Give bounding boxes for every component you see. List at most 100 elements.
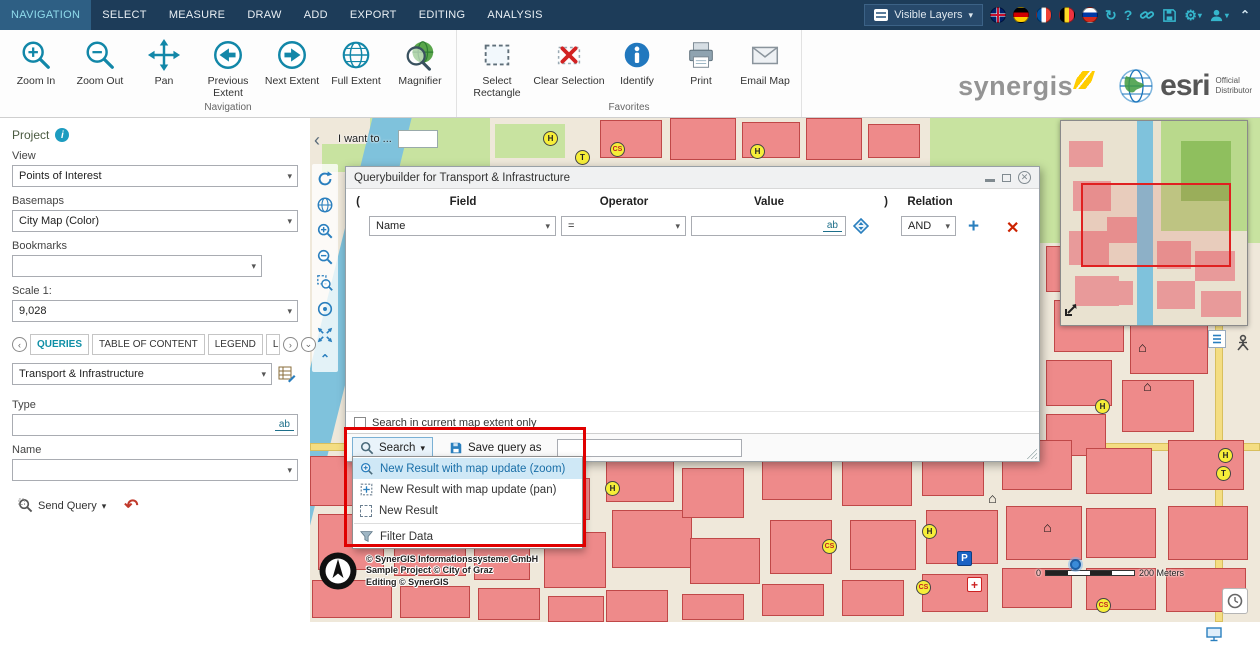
- value-input[interactable]: [692, 217, 823, 235]
- center-target-icon[interactable]: [316, 300, 334, 318]
- text-search-icon[interactable]: ab: [823, 221, 842, 232]
- overview-pin-icon[interactable]: [1235, 334, 1251, 357]
- screen-display-button[interactable]: [1206, 627, 1222, 647]
- add-condition-button[interactable]: +: [968, 216, 979, 238]
- select-rectangle-button[interactable]: Select Rectangle: [461, 30, 533, 100]
- type-label: Type: [12, 399, 298, 411]
- map-viewport[interactable]: HHHHHHTTCSCSCSCSP+⌂⌂⌂⌂⌂ ‹ ⌃ I want to ..…: [310, 118, 1260, 622]
- bottom-strip: [310, 622, 1260, 647]
- refresh-map-icon[interactable]: [316, 170, 334, 188]
- zoom-box-tool-icon[interactable]: [316, 274, 334, 292]
- project-info-icon[interactable]: i: [55, 128, 69, 142]
- extent-checkbox[interactable]: [354, 417, 366, 429]
- tab-table-of-content[interactable]: TABLE OF CONTENT: [92, 334, 205, 355]
- overview-layers-button[interactable]: [1208, 330, 1226, 348]
- relation-select[interactable]: AND: [901, 216, 956, 236]
- email-map-button[interactable]: Email Map: [733, 30, 797, 100]
- tab-scroll-prev-button[interactable]: ‹: [12, 337, 27, 352]
- query-name-input[interactable]: [557, 439, 742, 457]
- tool-strip-collapse-icon[interactable]: ⌃: [320, 352, 330, 366]
- operator-select[interactable]: =: [561, 216, 686, 236]
- menu-tab-select[interactable]: SELECT: [91, 0, 158, 30]
- language-english-flag[interactable]: [990, 7, 1006, 23]
- magnifier-button[interactable]: Magnifier: [388, 30, 452, 100]
- help-icon[interactable]: ?: [1124, 7, 1133, 23]
- menu-item-new-result-pan[interactable]: New Result with map update (pan): [353, 479, 582, 500]
- overview-map[interactable]: [1060, 120, 1248, 326]
- menu-item-new-result[interactable]: New Result: [353, 500, 582, 521]
- pan-button[interactable]: Pan: [132, 30, 196, 100]
- settings-gear-icon[interactable]: ⚙▾: [1184, 7, 1202, 24]
- user-icon[interactable]: ▾: [1209, 8, 1229, 23]
- type-input[interactable]: [13, 415, 275, 435]
- view-select[interactable]: Points of Interest: [12, 165, 298, 187]
- globe-tool-icon[interactable]: [316, 196, 334, 214]
- pan-icon: [147, 35, 181, 75]
- remove-condition-button[interactable]: ✕: [1006, 218, 1019, 238]
- field-select[interactable]: Name: [369, 216, 556, 236]
- text-search-icon[interactable]: ab: [275, 420, 294, 431]
- basemaps-select[interactable]: City Map (Color): [12, 210, 298, 232]
- menu-item-filter-data[interactable]: Filter Data: [353, 526, 582, 547]
- history-button[interactable]: [1222, 588, 1248, 614]
- tab-menu-button[interactable]: ⌄: [301, 337, 316, 352]
- language-german-flag[interactable]: [1013, 7, 1029, 23]
- minimize-window-icon[interactable]: [985, 179, 995, 182]
- bookmarks-select[interactable]: [12, 255, 262, 277]
- tab-legend[interactable]: LEGEND: [208, 334, 263, 355]
- scale-select[interactable]: 9,028: [12, 300, 298, 322]
- menu-separator: [354, 523, 581, 524]
- menu-tab-navigation[interactable]: NAVIGATION: [0, 0, 91, 30]
- reset-query-icon[interactable]: ↶: [124, 496, 138, 516]
- zoom-in-button[interactable]: Zoom In: [4, 30, 68, 100]
- window-resize-handle[interactable]: [1027, 449, 1037, 459]
- send-query-button[interactable]: Send Query: [12, 495, 112, 516]
- tab-scroll-next-button[interactable]: ›: [283, 337, 298, 352]
- menu-item-new-result-zoom[interactable]: New Result with map update (zoom): [353, 458, 582, 479]
- clear-selection-button[interactable]: Clear Selection: [533, 30, 605, 100]
- overview-extent-rectangle[interactable]: [1081, 183, 1231, 267]
- name-select[interactable]: [12, 459, 298, 481]
- zoom-in-tool-icon[interactable]: [316, 222, 334, 240]
- overview-resize-icon[interactable]: [1064, 303, 1078, 322]
- save-icon[interactable]: [1162, 8, 1177, 23]
- col-value: Value: [754, 196, 784, 208]
- zoom-out-tool-icon[interactable]: [316, 248, 334, 266]
- language-belgian-flag[interactable]: [1059, 7, 1075, 23]
- language-french-flag[interactable]: [1036, 7, 1052, 23]
- previous-extent-button[interactable]: Previous Extent: [196, 30, 260, 100]
- language-russian-flag[interactable]: [1082, 7, 1098, 23]
- maximize-window-icon[interactable]: [1002, 174, 1011, 182]
- monitor-icon: [1206, 627, 1222, 642]
- query-theme-select[interactable]: Transport & Infrastructure: [12, 363, 272, 385]
- zoom-out-button[interactable]: Zoom Out: [68, 30, 132, 100]
- extent-checkbox-label: Search in current map extent only: [372, 417, 536, 429]
- magnifier-label: Magnifier: [398, 75, 441, 87]
- manage-queries-button[interactable]: [276, 363, 298, 385]
- close-window-icon[interactable]: ✕: [1018, 171, 1031, 184]
- full-extent-tool-icon[interactable]: [316, 326, 334, 344]
- collapse-menu-icon[interactable]: ⌃: [1240, 8, 1250, 22]
- print-button[interactable]: Print: [669, 30, 733, 100]
- tab-queries[interactable]: QUERIES: [30, 334, 89, 355]
- map-marker-hotel: H: [922, 524, 937, 539]
- menu-tab-measure[interactable]: MEASURE: [158, 0, 237, 30]
- menu-tab-export[interactable]: EXPORT: [339, 0, 408, 30]
- visible-layers-button[interactable]: Visible Layers: [864, 4, 983, 26]
- next-extent-button[interactable]: Next Extent: [260, 30, 324, 100]
- unique-values-icon[interactable]: [853, 218, 869, 239]
- menu-tab-analysis[interactable]: ANALYSIS: [476, 0, 553, 30]
- menu-tab-add[interactable]: ADD: [293, 0, 339, 30]
- tab-truncated[interactable]: L: [266, 334, 280, 355]
- i-want-to-input[interactable]: [398, 130, 438, 148]
- select-rectangle-label: Select Rectangle: [461, 75, 533, 99]
- full-extent-button[interactable]: Full Extent: [324, 30, 388, 100]
- chevron-down-icon: [287, 170, 292, 182]
- identify-button[interactable]: Identify: [605, 30, 669, 100]
- panel-collapse-icon[interactable]: ‹: [314, 130, 320, 151]
- menu-tab-draw[interactable]: DRAW: [236, 0, 292, 30]
- session-refresh-icon[interactable]: ↻: [1105, 7, 1117, 24]
- link-icon[interactable]: [1139, 7, 1155, 23]
- querybuilder-titlebar[interactable]: Querybuilder for Transport & Infrastruct…: [346, 167, 1039, 189]
- menu-tab-editing[interactable]: EDITING: [408, 0, 477, 30]
